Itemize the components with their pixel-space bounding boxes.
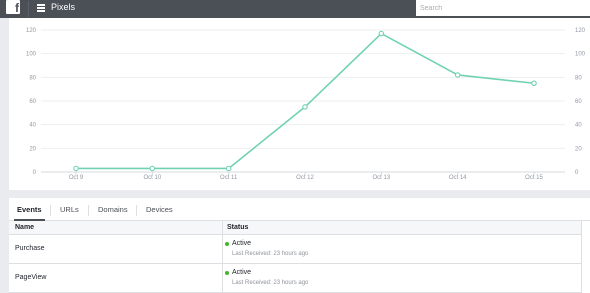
column-divider: [222, 264, 223, 292]
top-bar: f Pixels: [0, 0, 590, 18]
data-point: [531, 80, 537, 86]
y-tick-label-right: 40: [575, 123, 582, 129]
events-line-chart: 0 0 20 20 40 40 60 60 80 80 100 100 120 120 Oct 9 Oct 1…: [26, 28, 586, 181]
column-divider: [222, 235, 223, 263]
last-received-text: Last Received: 23 hours ago: [232, 280, 309, 286]
y-tick-label-right: 60: [575, 99, 582, 105]
tab-domains[interactable]: Domains: [98, 198, 128, 220]
y-tick-label: 80: [29, 75, 36, 81]
column-header-name[interactable]: Name: [15, 221, 34, 234]
active-status-dot-icon: [225, 271, 229, 275]
x-tick-label: Oct 10: [143, 175, 161, 181]
tab-divider: [88, 205, 89, 216]
y-tick-label: 40: [29, 123, 36, 129]
x-tick-label: Oct 9: [69, 175, 84, 181]
x-tick-label: Oct 11: [220, 175, 238, 181]
x-tick-label: Oct 12: [296, 175, 314, 181]
data-point: [454, 72, 461, 78]
y-tick-label: 20: [29, 146, 36, 152]
tab-devices[interactable]: Devices: [146, 198, 173, 220]
data-point: [73, 165, 79, 172]
y-tick-label-right: 0: [575, 170, 579, 176]
events-chart-panel: 0 0 20 20 40 40 60 60 80 80 100 100 120 120 Oct 9 Oct 1…: [9, 18, 590, 190]
table-row[interactable]: Purchase Active Last Received: 23 hours …: [9, 235, 582, 264]
data-point: [149, 165, 156, 172]
y-tick-label: 100: [26, 52, 37, 58]
status-label: Active: [232, 269, 252, 276]
status-label: Active: [232, 240, 252, 247]
tab-urls[interactable]: URLs: [60, 198, 79, 220]
column-divider: [222, 221, 223, 234]
y-tick-label: 0: [33, 170, 37, 176]
page-title[interactable]: Pixels: [51, 1, 75, 13]
events-table-panel: Events URLs Domains Devices Name Status …: [9, 198, 590, 293]
x-tick-label: Oct 15: [525, 175, 543, 181]
facebook-logo-icon[interactable]: f: [6, 0, 20, 14]
header-divider: [28, 1, 29, 17]
y-tick-label-right: 80: [575, 75, 582, 81]
y-tick-label-right: 120: [575, 28, 586, 34]
data-point: [302, 104, 308, 110]
tab-events[interactable]: Events: [14, 198, 45, 221]
menu-icon[interactable]: [37, 4, 45, 12]
table-row[interactable]: PageView Active Last Received: 23 hours …: [9, 264, 582, 293]
search-input[interactable]: [416, 0, 590, 16]
x-tick-label: Oct 13: [372, 175, 390, 181]
y-tick-label-right: 20: [575, 146, 582, 152]
event-name: PageView: [15, 274, 47, 281]
x-tick-label: Oct 14: [449, 175, 467, 181]
y-tick-label: 60: [29, 99, 36, 105]
data-point: [378, 30, 385, 37]
event-name: Purchase: [15, 245, 45, 252]
column-header-status[interactable]: Status: [227, 221, 248, 234]
table-header: Name Status: [9, 221, 582, 235]
y-tick-label: 120: [26, 28, 37, 34]
data-point: [225, 165, 232, 172]
active-status-dot-icon: [225, 242, 229, 246]
y-tick-label-right: 100: [575, 52, 586, 58]
tab-divider: [136, 205, 137, 216]
last-received-text: Last Received: 23 hours ago: [232, 251, 309, 257]
tab-bar: Events URLs Domains Devices: [9, 198, 590, 221]
tab-divider: [50, 205, 51, 216]
